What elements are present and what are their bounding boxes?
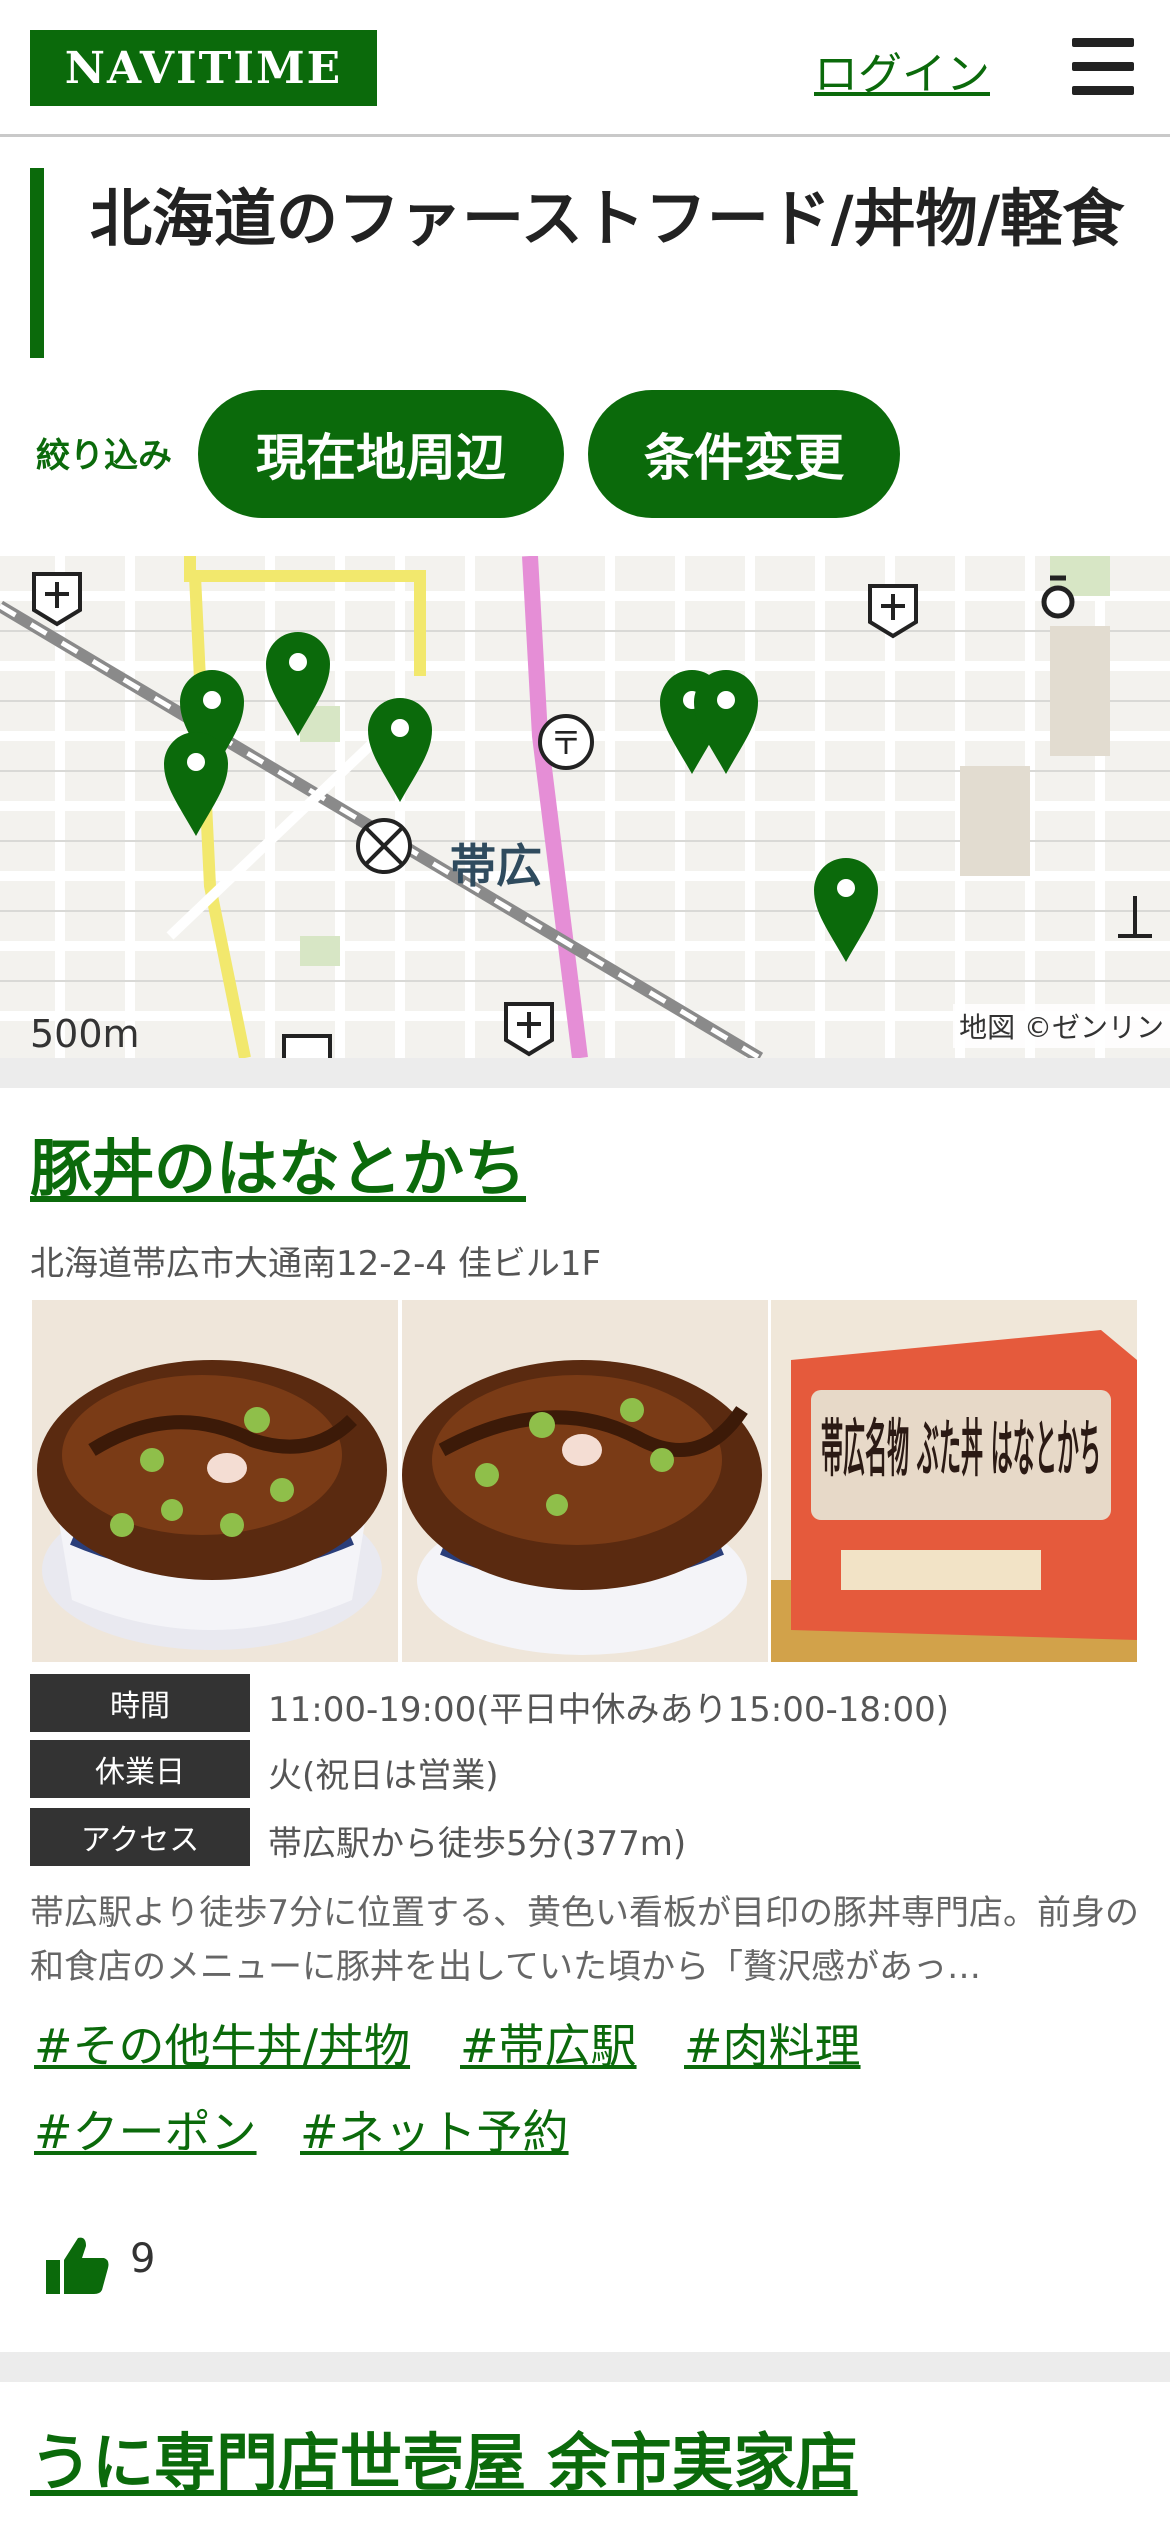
section-separator bbox=[0, 2352, 1170, 2382]
listing-photos[interactable]: 帯広名物 ぶた丼 はなとかち bbox=[32, 1300, 1138, 1662]
map-credit: 地図 ©ゼンリン bbox=[953, 1004, 1170, 1048]
tag-link[interactable]: #帯広駅 bbox=[460, 2010, 637, 2076]
map-pin-dot bbox=[187, 753, 205, 771]
tag-link[interactable]: #その他牛丼/丼物 bbox=[34, 2010, 410, 2076]
info-key: 休業日 bbox=[30, 1740, 250, 1798]
page-title-block: 北海道のファーストフード/丼物/軽食 bbox=[30, 168, 1154, 358]
info-key: 時間 bbox=[30, 1674, 250, 1732]
tag-link[interactable]: #クーポン bbox=[34, 2096, 257, 2162]
login-link[interactable]: ログイン bbox=[814, 38, 990, 102]
map-pin-dot bbox=[391, 719, 409, 737]
box-label: 帯広名物 ぶた丼 はなとかち bbox=[821, 1412, 1101, 1485]
nearby-button[interactable]: 現在地周辺 bbox=[198, 390, 564, 518]
info-value: 11:00-19:00(平日中休みあり15:00-18:00) bbox=[268, 1690, 949, 1730]
svg-text:〒: 〒 bbox=[550, 724, 582, 762]
thumbs-up-icon[interactable] bbox=[44, 2234, 110, 2296]
navitime-logo[interactable]: NAVITIME bbox=[30, 30, 377, 106]
section-separator bbox=[0, 1058, 1170, 1088]
listing-photo[interactable] bbox=[401, 1300, 769, 1662]
listing-photo[interactable]: 帯広名物 ぶた丼 はなとかち bbox=[771, 1300, 1138, 1662]
tag-link[interactable]: #肉料理 bbox=[684, 2010, 861, 2076]
map-pin-dot bbox=[203, 691, 221, 709]
map-pin-dot bbox=[717, 691, 735, 709]
listing-title-link[interactable]: うに専門店世壱屋 余市実家店 bbox=[30, 2412, 858, 2502]
listing-title-link[interactable]: 豚丼のはなとかち bbox=[30, 1118, 526, 1208]
info-value: 火(祝日は営業) bbox=[268, 1756, 499, 1796]
like-count: 9 bbox=[130, 2236, 156, 2282]
map-station-label: 帯広 bbox=[450, 839, 542, 893]
listing-description: 帯広駅より徒歩7分に位置する、黄色い看板が目印の豚丼専門店。前身の和食店のメニュ… bbox=[30, 1893, 1139, 1987]
info-value: 帯広駅から徒歩5分(377m) bbox=[268, 1824, 687, 1864]
listing-photo[interactable] bbox=[32, 1300, 399, 1662]
area-map[interactable]: 〒 帯広 500m 地図 ©ゼンリン bbox=[0, 556, 1170, 1058]
map-pin-dot bbox=[289, 653, 307, 671]
change-conditions-button[interactable]: 条件変更 bbox=[588, 390, 900, 518]
filter-label: 絞り込み bbox=[36, 436, 172, 476]
page-title: 北海道のファーストフード/丼物/軽食 bbox=[90, 182, 1125, 255]
site-header: NAVITIME ログイン bbox=[0, 0, 1170, 137]
map-pin-dot bbox=[837, 879, 855, 897]
map-canvas: 〒 帯広 bbox=[0, 556, 1170, 1058]
info-key: アクセス bbox=[30, 1808, 250, 1866]
tag-link[interactable]: #ネット予約 bbox=[300, 2096, 569, 2162]
listing-address: 北海道帯広市大通南12-2-4 佳ビル1F bbox=[30, 1244, 602, 1284]
hamburger-menu-icon[interactable] bbox=[1072, 38, 1134, 96]
map-scale-label: 500m bbox=[30, 1012, 140, 1056]
